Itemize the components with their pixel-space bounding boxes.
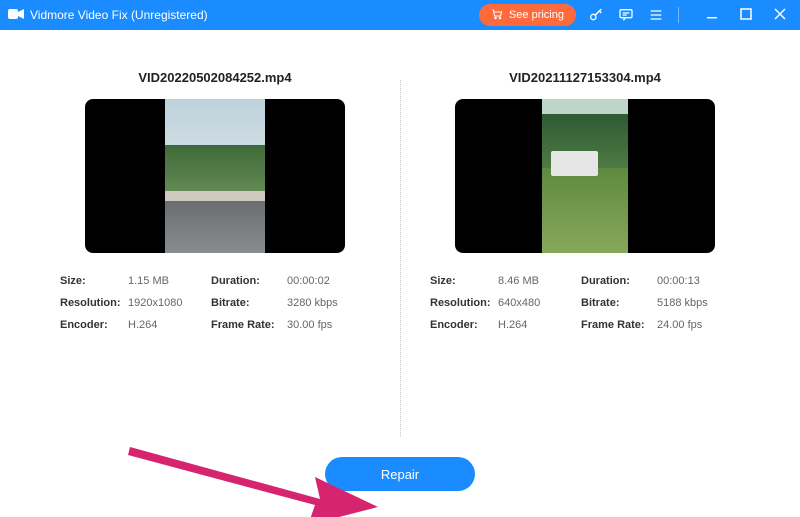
sample-video-panel: VID20211127153304.mp4 Size: 8.46 MB Dura… <box>400 50 740 457</box>
meta-size-label: Size: <box>430 275 498 287</box>
source-thumbnail[interactable] <box>85 99 345 253</box>
app-title: Vidmore Video Fix (Unregistered) <box>30 8 208 22</box>
see-pricing-button[interactable]: See pricing <box>479 4 576 26</box>
meta-encoder-value: H.264 <box>498 319 581 331</box>
sample-metadata: Size: 8.46 MB Duration: 00:00:13 Resolut… <box>430 275 740 331</box>
meta-resolution-label: Resolution: <box>60 297 128 309</box>
title-bar: Vidmore Video Fix (Unregistered) See pri… <box>0 0 800 30</box>
meta-framerate-value: 24.00 fps <box>657 319 740 331</box>
menu-button[interactable] <box>646 5 666 25</box>
meta-resolution-value: 640x480 <box>498 297 581 309</box>
meta-resolution-label: Resolution: <box>430 297 498 309</box>
meta-bitrate-value: 5188 kbps <box>657 297 740 309</box>
repair-button-label: Repair <box>381 467 419 482</box>
meta-duration-value: 00:00:13 <box>657 275 740 287</box>
feedback-button[interactable] <box>616 5 636 25</box>
window-maximize-button[interactable] <box>734 8 758 23</box>
meta-framerate-label: Frame Rate: <box>211 319 287 331</box>
source-filename: VID20220502084252.mp4 <box>138 70 291 85</box>
meta-duration-label: Duration: <box>581 275 657 287</box>
window-close-button[interactable] <box>768 7 792 23</box>
meta-encoder-value: H.264 <box>128 319 211 331</box>
source-thumbnail-image <box>165 99 265 253</box>
meta-bitrate-label: Bitrate: <box>581 297 657 309</box>
meta-resolution-value: 1920x1080 <box>128 297 211 309</box>
sample-filename: VID20211127153304.mp4 <box>509 70 661 85</box>
footer: Repair <box>0 457 800 517</box>
meta-duration-value: 00:00:02 <box>287 275 370 287</box>
meta-encoder-label: Encoder: <box>430 319 498 331</box>
sample-thumbnail[interactable] <box>455 99 715 253</box>
source-video-panel: VID20220502084252.mp4 Size: 1.15 MB Dura… <box>60 50 400 457</box>
cart-icon <box>491 8 503 23</box>
repair-button[interactable]: Repair <box>325 457 475 491</box>
sample-thumbnail-image <box>542 99 628 253</box>
meta-duration-label: Duration: <box>211 275 287 287</box>
meta-encoder-label: Encoder: <box>60 319 128 331</box>
meta-size-value: 8.46 MB <box>498 275 581 287</box>
window-minimize-button[interactable] <box>700 7 724 24</box>
content-area: VID20220502084252.mp4 Size: 1.15 MB Dura… <box>0 30 800 457</box>
register-key-button[interactable] <box>586 5 606 25</box>
meta-bitrate-value: 3280 kbps <box>287 297 370 309</box>
meta-bitrate-label: Bitrate: <box>211 297 287 309</box>
app-logo-icon <box>8 7 24 24</box>
meta-size-value: 1.15 MB <box>128 275 211 287</box>
title-separator <box>678 7 688 23</box>
panel-divider <box>400 80 401 437</box>
meta-framerate-label: Frame Rate: <box>581 319 657 331</box>
see-pricing-label: See pricing <box>509 9 564 21</box>
meta-framerate-value: 30.00 fps <box>287 319 370 331</box>
meta-size-label: Size: <box>60 275 128 287</box>
source-metadata: Size: 1.15 MB Duration: 00:00:02 Resolut… <box>60 275 370 331</box>
